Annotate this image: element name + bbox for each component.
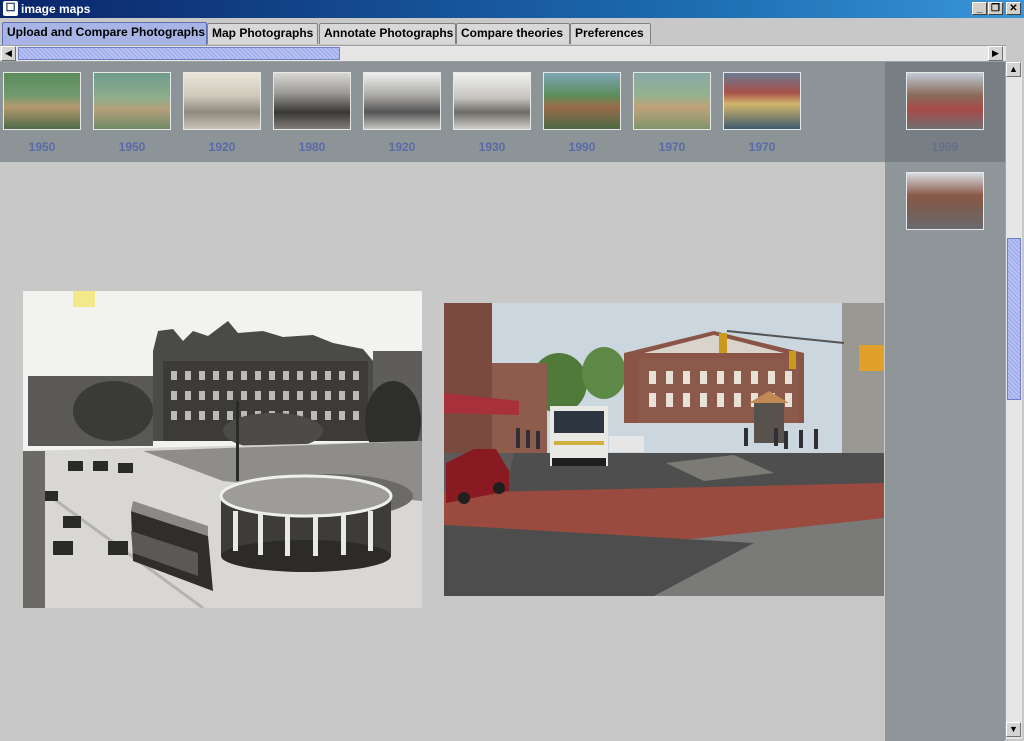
side-panel: 1999 <box>885 62 1005 741</box>
tab-annotate-photographs[interactable]: Annotate Photographs <box>319 23 456 44</box>
historical-photo[interactable] <box>23 291 422 608</box>
thumbnail-year: 1920 <box>208 140 236 154</box>
window-title: image maps <box>21 2 91 16</box>
restore-button[interactable]: ❐ <box>988 2 1003 15</box>
photo-thumbnail[interactable] <box>453 72 531 130</box>
thumbnail-year: 1920 <box>388 140 416 154</box>
scroll-left-arrow-icon[interactable]: ◀ <box>1 46 16 61</box>
thumbnail-strip: 1950 1950 1920 1980 1920 1930 1990 1970 … <box>0 62 885 162</box>
vertical-scrollbar[interactable]: ▲ ▼ <box>1005 62 1022 739</box>
scroll-down-arrow-icon[interactable]: ▼ <box>1006 722 1021 737</box>
title-bar: ☐ image maps _ ❐ ✕ <box>0 0 1024 18</box>
photo-thumbnail[interactable] <box>723 72 801 130</box>
minimize-button[interactable]: _ <box>972 2 987 15</box>
modern-photo[interactable] <box>444 303 884 596</box>
photo-thumbnail[interactable] <box>273 72 351 130</box>
scroll-right-arrow-icon[interactable]: ▶ <box>988 46 1003 61</box>
photo-thumbnail[interactable] <box>543 72 621 130</box>
historical-photo-image <box>23 291 422 608</box>
thumbnail-year: 1970 <box>658 140 686 154</box>
tab-compare-theories[interactable]: Compare theories <box>456 23 570 44</box>
thumbnail-year: 1950 <box>28 140 56 154</box>
scroll-up-arrow-icon[interactable]: ▲ <box>1006 62 1021 77</box>
tab-preferences[interactable]: Preferences <box>570 23 651 44</box>
thumbnail-year: 1990 <box>568 140 596 154</box>
photo-thumbnail[interactable] <box>3 72 81 130</box>
thumbnail-year: 1950 <box>118 140 146 154</box>
tab-bar: Upload and Compare Photographs Map Photo… <box>0 21 1024 45</box>
photo-thumbnail[interactable] <box>183 72 261 130</box>
photo-thumbnail[interactable] <box>363 72 441 130</box>
side-thumbnail-year: 1999 <box>931 140 959 154</box>
photo-thumbnail[interactable] <box>633 72 711 130</box>
horizontal-scroll-thumb[interactable] <box>18 47 340 60</box>
vertical-scroll-thumb[interactable] <box>1007 238 1021 400</box>
modern-photo-image <box>444 303 884 596</box>
photo-thumbnail[interactable] <box>93 72 171 130</box>
side-photo-thumbnail[interactable] <box>906 72 984 130</box>
thumbnail-year: 1980 <box>298 140 326 154</box>
tab-map-photographs[interactable]: Map Photographs <box>207 23 318 44</box>
tab-upload-compare[interactable]: Upload and Compare Photographs <box>2 22 207 45</box>
side-photo-thumbnail[interactable] <box>906 172 984 230</box>
app-icon: ☐ <box>3 1 18 16</box>
thumbnail-horizontal-scrollbar[interactable]: ◀ ▶ <box>0 45 1006 62</box>
thumbnail-year: 1930 <box>478 140 506 154</box>
thumbnail-year: 1970 <box>748 140 776 154</box>
close-button[interactable]: ✕ <box>1006 2 1021 15</box>
